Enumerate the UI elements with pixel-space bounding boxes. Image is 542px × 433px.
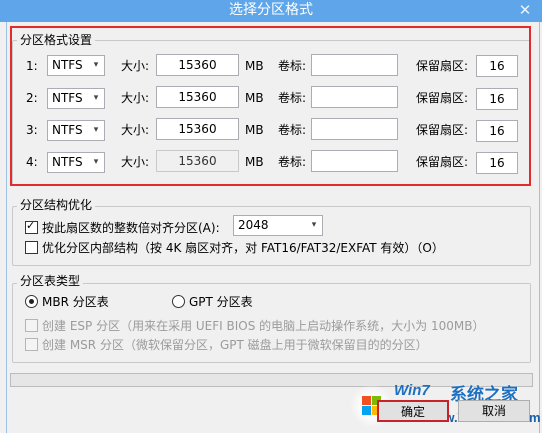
esp-checkbox (25, 319, 38, 332)
mbr-label: MBR 分区表 (42, 295, 109, 309)
highlight-frame (10, 26, 531, 186)
window-title: 选择分区格式 (229, 2, 313, 18)
msr-checkbox-row: 创建 MSR 分区（微软保留分区，GPT 磁盘上用于微软保留目的的分区） (25, 337, 428, 353)
internal-checkbox[interactable] (25, 241, 38, 254)
optimize-group-title: 分区结构优化 (17, 194, 96, 216)
mbr-radio-row[interactable]: MBR 分区表 (25, 294, 109, 310)
chevron-down-icon: ▾ (311, 220, 317, 230)
partition-table-title: 分区表类型 (17, 270, 84, 292)
mbr-radio[interactable] (25, 295, 38, 308)
gpt-radio[interactable] (172, 295, 185, 308)
gpt-label: GPT 分区表 (189, 295, 253, 309)
msr-checkbox (25, 338, 38, 351)
esp-label: 创建 ESP 分区（用来在采用 UEFI BIOS 的电脑上启动操作系统，大小为… (42, 319, 485, 333)
align-select[interactable]: 2048 ▾ (233, 215, 323, 236)
internal-label: 优化分区内部结构（按 4K 扇区对齐，对 FAT16/FAT32/EXFAT 有… (42, 241, 444, 255)
align-checkbox[interactable] (25, 218, 38, 234)
close-icon[interactable]: ✕ (516, 1, 534, 19)
internal-checkbox-row[interactable]: 优化分区内部结构（按 4K 扇区对齐，对 FAT16/FAT32/EXFAT 有… (25, 240, 444, 256)
cancel-button[interactable]: 取消 (458, 400, 530, 422)
gpt-radio-row[interactable]: GPT 分区表 (172, 294, 253, 310)
title-bar: 选择分区格式 ✕ (0, 0, 542, 22)
align-value: 2048 (238, 218, 269, 232)
esp-checkbox-row: 创建 ESP 分区（用来在采用 UEFI BIOS 的电脑上启动操作系统，大小为… (25, 318, 484, 334)
ok-button[interactable]: 确定 (377, 400, 449, 422)
watermark-brand: Win7 (394, 382, 430, 399)
align-label: 按此扇区数的整数倍对齐分区(A): (42, 221, 220, 235)
msr-label: 创建 MSR 分区（微软保留分区，GPT 磁盘上用于微软保留目的的分区） (42, 338, 428, 352)
align-checkbox-row[interactable]: 按此扇区数的整数倍对齐分区(A): (25, 218, 220, 236)
